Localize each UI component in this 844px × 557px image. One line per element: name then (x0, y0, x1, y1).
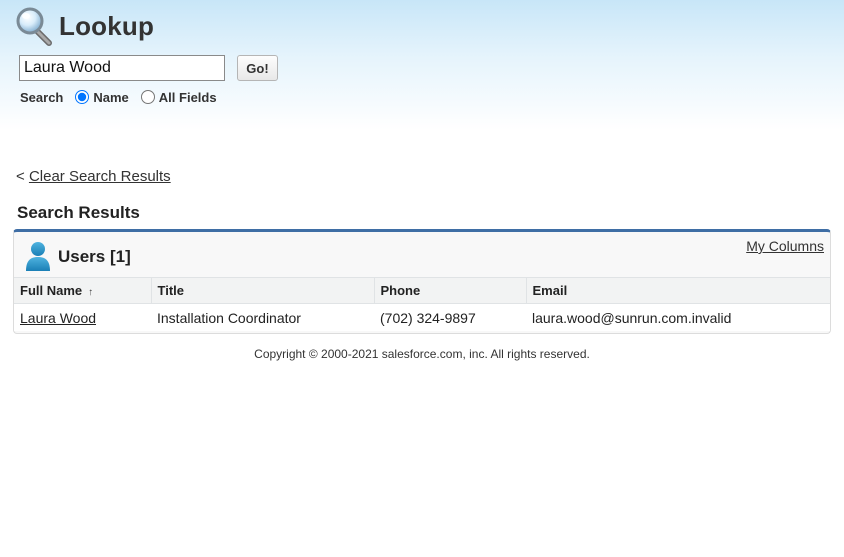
results-table: Full Name ↑ Title Phone Email Laura Wood … (14, 277, 830, 331)
magnifier-icon (16, 6, 54, 46)
name-option-label: Name (93, 89, 129, 105)
cell-phone: (702) 324-9897 (374, 303, 526, 331)
user-name-link[interactable]: Laura Wood (20, 310, 96, 326)
all-fields-radio[interactable] (140, 90, 155, 104)
table-header-row: Full Name ↑ Title Phone Email (14, 277, 830, 304)
lookup-title-text: Lookup (59, 10, 155, 41)
column-header-full-name[interactable]: Full Name ↑ (14, 277, 152, 304)
column-header-label: Full Name (20, 283, 83, 298)
clear-prefix: < (16, 168, 25, 185)
copyright-footer: Copyright © 2000-2021 salesforce.com, in… (254, 347, 590, 361)
table-row: Laura Wood Installation Coordinator (702… (14, 303, 830, 331)
users-results-panel: Users [1] My Columns Full Name ↑ Title Ph… (13, 229, 831, 334)
search-results-heading: Search Results (17, 203, 140, 222)
search-options: Search Name All Fields (20, 86, 217, 108)
user-icon (24, 240, 52, 272)
users-panel-title: Users [1] (58, 247, 131, 266)
column-header-email[interactable]: Email (526, 277, 830, 304)
column-header-phone[interactable]: Phone (374, 277, 527, 304)
search-label: Search (20, 89, 64, 105)
panel-header: Users [1] My Columns (14, 232, 830, 277)
all-fields-option-label: All Fields (158, 89, 217, 105)
clear-results-row: < Clear Search Results (16, 168, 171, 185)
cell-email: laura.wood@sunrun.com.invalid (526, 303, 830, 331)
clear-search-results-link[interactable]: Clear Search Results (29, 168, 171, 185)
sort-ascending-icon: ↑ (88, 287, 94, 298)
my-columns-link[interactable]: My Columns (746, 238, 824, 254)
go-button[interactable]: Go! (237, 55, 278, 81)
name-radio[interactable] (75, 90, 90, 104)
search-input[interactable] (19, 55, 225, 81)
page-title: Lookup (16, 6, 154, 46)
column-header-title[interactable]: Title (151, 277, 375, 304)
all-fields-option[interactable]: All Fields (140, 89, 217, 105)
name-option[interactable]: Name (75, 89, 129, 105)
cell-full-name: Laura Wood (14, 303, 151, 331)
cell-title: Installation Coordinator (151, 303, 374, 331)
